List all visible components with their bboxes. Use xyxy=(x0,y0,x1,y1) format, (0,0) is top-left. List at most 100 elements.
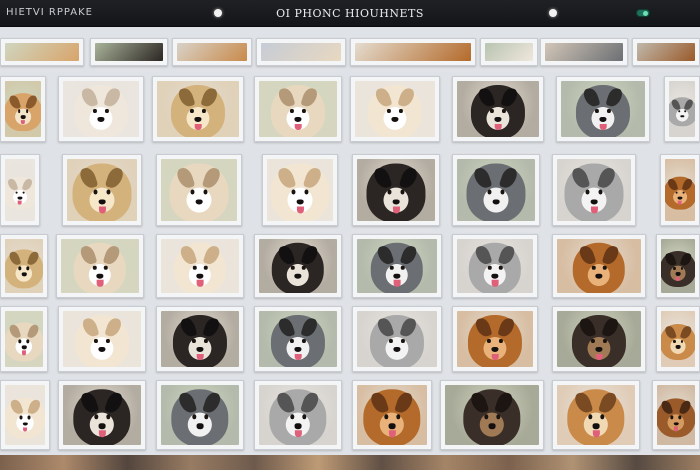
dog-photo xyxy=(63,81,139,137)
photo-thumbnail[interactable] xyxy=(172,38,252,66)
dog-photo xyxy=(355,43,471,61)
photo-thumbnail[interactable] xyxy=(0,306,48,372)
photo-thumbnail[interactable] xyxy=(0,76,46,142)
dog-photo xyxy=(5,385,45,445)
dog-photo xyxy=(5,159,35,221)
photo-thumbnail[interactable] xyxy=(540,38,628,66)
photo-thumbnail[interactable] xyxy=(664,76,700,142)
photo-thumbnail[interactable] xyxy=(254,306,342,372)
photo-thumbnail[interactable] xyxy=(632,38,700,66)
photo-thumbnail[interactable] xyxy=(552,154,636,226)
photo-thumbnail[interactable] xyxy=(452,234,538,298)
photo-grid xyxy=(0,28,700,470)
toggle-switch-icon[interactable] xyxy=(636,9,650,17)
photo-thumbnail[interactable] xyxy=(0,38,84,66)
dog-photo xyxy=(63,385,141,445)
photo-thumbnail[interactable] xyxy=(350,76,440,142)
dog-photo xyxy=(457,239,533,293)
dog-photo xyxy=(5,311,43,367)
dog-photo xyxy=(637,43,695,61)
dog-photo xyxy=(661,239,695,293)
photo-thumbnail[interactable] xyxy=(0,234,48,298)
dog-photo xyxy=(557,239,641,293)
dog-photo xyxy=(557,311,641,367)
dog-photo xyxy=(5,81,41,137)
photo-thumbnail[interactable] xyxy=(152,76,244,142)
photo-thumbnail[interactable] xyxy=(552,306,646,372)
dog-photo xyxy=(95,43,163,61)
dog-photo xyxy=(445,385,539,445)
photo-thumbnail[interactable] xyxy=(0,154,40,226)
photo-thumbnail[interactable] xyxy=(254,234,342,298)
dog-photo xyxy=(557,385,635,445)
photo-thumbnail[interactable] xyxy=(556,76,650,142)
dog-photo xyxy=(259,239,337,293)
dog-photo xyxy=(261,43,341,61)
photo-thumbnail[interactable] xyxy=(660,154,700,226)
photo-thumbnail[interactable] xyxy=(56,234,144,298)
dog-photo xyxy=(161,311,239,367)
dog-photo xyxy=(61,239,139,293)
photo-thumbnail[interactable] xyxy=(156,154,242,226)
photo-thumbnail[interactable] xyxy=(452,306,538,372)
dog-photo xyxy=(561,81,645,137)
dog-photo xyxy=(357,159,435,221)
photo-thumbnail[interactable] xyxy=(350,38,476,66)
dog-photo xyxy=(557,159,631,221)
photo-thumbnail[interactable] xyxy=(58,306,146,372)
photo-thumbnail[interactable] xyxy=(156,234,244,298)
dog-photo xyxy=(661,311,695,367)
photo-thumbnail[interactable] xyxy=(254,380,342,450)
photo-thumbnail[interactable] xyxy=(552,380,640,450)
dog-photo xyxy=(355,81,435,137)
photo-thumbnail[interactable] xyxy=(656,234,700,298)
dog-photo xyxy=(357,311,437,367)
photo-thumbnail[interactable] xyxy=(352,306,442,372)
dog-photo xyxy=(161,385,239,445)
photo-thumbnail[interactable] xyxy=(62,154,142,226)
dog-photo xyxy=(259,81,337,137)
photo-thumbnail[interactable] xyxy=(262,154,338,226)
photo-thumbnail[interactable] xyxy=(254,76,342,142)
dog-photo xyxy=(357,385,427,445)
dog-photo xyxy=(665,159,695,221)
dog-photo xyxy=(259,385,337,445)
photo-thumbnail[interactable] xyxy=(652,380,700,450)
title-bar: HIETVI RPPAKE OI PHONC HIOUHNETS xyxy=(0,0,700,27)
dog-photo xyxy=(5,43,79,61)
photo-thumbnail[interactable] xyxy=(58,76,144,142)
photo-thumbnail[interactable] xyxy=(480,38,538,66)
dog-photo xyxy=(545,43,623,61)
photo-thumbnail[interactable] xyxy=(552,234,646,298)
dog-photo xyxy=(457,311,533,367)
dog-photo xyxy=(657,385,695,445)
dog-photo xyxy=(177,43,247,61)
dog-photo xyxy=(157,81,239,137)
status-dot-right-icon[interactable] xyxy=(549,9,557,17)
photo-thumbnail[interactable] xyxy=(58,380,146,450)
dog-photo xyxy=(161,239,239,293)
photo-thumbnail[interactable] xyxy=(90,38,168,66)
dog-photo xyxy=(669,81,695,137)
photo-thumbnail[interactable] xyxy=(352,380,432,450)
photo-thumbnail[interactable] xyxy=(656,306,700,372)
photo-thumbnail[interactable] xyxy=(440,380,544,450)
photo-thumbnail[interactable] xyxy=(452,154,540,226)
photo-thumbnail[interactable] xyxy=(0,380,50,450)
photo-thumbnail[interactable] xyxy=(352,234,442,298)
dog-photo xyxy=(67,159,137,221)
photo-thumbnail[interactable] xyxy=(256,38,346,66)
dog-photo xyxy=(485,43,533,61)
dog-photo xyxy=(5,239,43,293)
dog-photo xyxy=(267,159,333,221)
dog-photo xyxy=(357,239,437,293)
dog-photo xyxy=(457,159,535,221)
partial-row-strip xyxy=(0,455,700,470)
dog-photo xyxy=(259,311,337,367)
photo-thumbnail[interactable] xyxy=(156,306,244,372)
dog-photo xyxy=(161,159,237,221)
dog-photo xyxy=(457,81,539,137)
photo-thumbnail[interactable] xyxy=(156,380,244,450)
photo-thumbnail[interactable] xyxy=(352,154,440,226)
photo-thumbnail[interactable] xyxy=(452,76,544,142)
